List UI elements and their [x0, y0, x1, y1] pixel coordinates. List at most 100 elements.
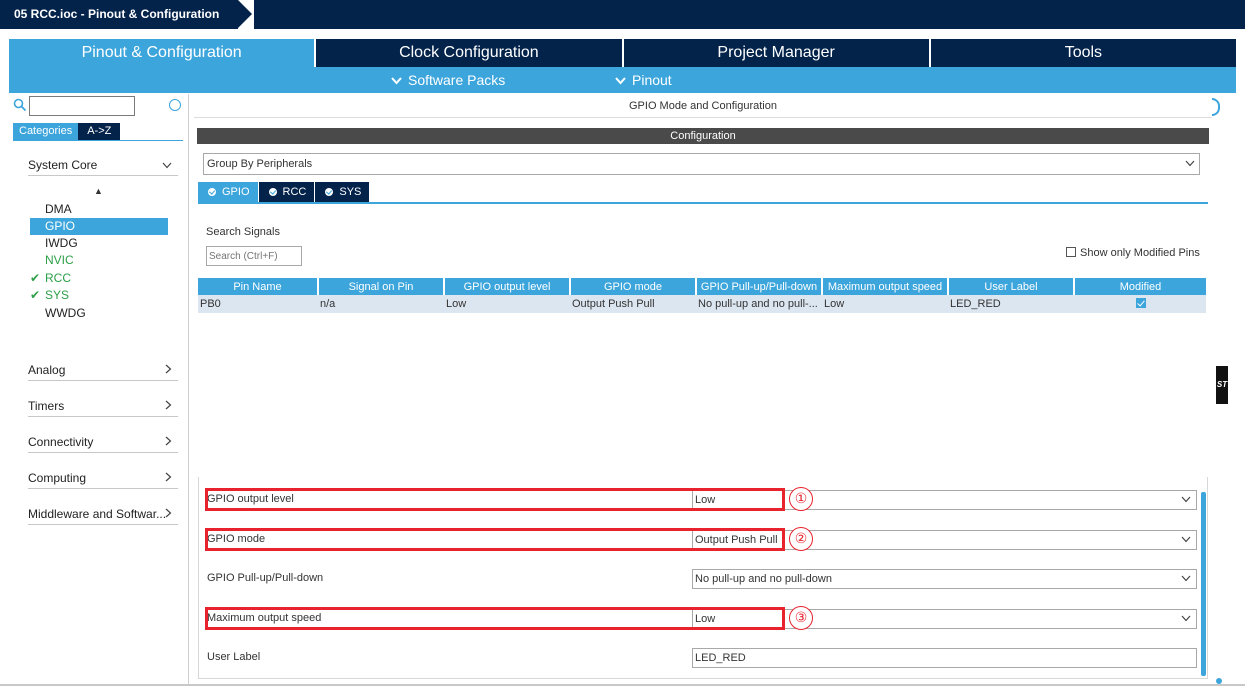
tab-rcc[interactable]: RCC	[258, 182, 315, 202]
search-options-icon[interactable]	[169, 99, 181, 111]
window-title[interactable]: 05 RCC.ioc - Pinout & Configuration	[0, 0, 238, 29]
column-header[interactable]: User Label	[948, 278, 1075, 295]
cell-signal: n/a	[318, 295, 444, 313]
column-header[interactable]: GPIO Pull-up/Pull-down	[696, 278, 823, 295]
main-tabs: Pinout & Configuration Clock Configurati…	[9, 39, 1236, 67]
software-packs-label: Software Packs	[408, 72, 506, 88]
group-by-value: Group By Peripherals	[207, 158, 313, 170]
annotation-marker: ①	[789, 487, 813, 511]
sidebar-item-label: RCC	[45, 271, 71, 285]
check-circle-icon	[268, 188, 277, 196]
peripheral-tabs: GPIO RCC SYS	[198, 182, 370, 202]
category-timers[interactable]: Timers	[28, 395, 178, 417]
chevron-right-icon	[165, 503, 172, 525]
category-label: Computing	[28, 471, 87, 485]
cell-modified	[1074, 295, 1206, 313]
select-value: No pull-up and no pull-down	[695, 573, 832, 585]
column-header[interactable]: Maximum output speed	[822, 278, 949, 295]
category-label: Analog	[28, 363, 66, 377]
cell-pull: No pull-up and no pull-...	[696, 295, 822, 313]
pin-table: Pin Name Signal on Pin GPIO output level…	[198, 278, 1206, 313]
column-header[interactable]: GPIO mode	[570, 278, 697, 295]
sort-up-icon[interactable]: ▲	[94, 186, 103, 196]
tab-gpio[interactable]: GPIO	[198, 182, 258, 202]
column-header[interactable]: Pin Name	[198, 278, 319, 295]
a-z-button[interactable]: A->Z	[78, 123, 121, 140]
check-icon: ✔	[30, 271, 41, 285]
cell-gpio-mode: Output Push Pull	[570, 295, 696, 313]
breadcrumb-arrow	[238, 0, 252, 28]
configuration-header: Configuration	[197, 128, 1209, 144]
config-scrollbar[interactable]	[1201, 492, 1206, 676]
category-analog[interactable]: Analog	[28, 359, 178, 381]
tab-project-manager[interactable]: Project Manager	[623, 39, 931, 67]
tab-underline	[198, 202, 1208, 204]
user-label-input[interactable]: LED_RED	[692, 648, 1197, 668]
sidebar-item-wwdg[interactable]: WWDG	[30, 305, 168, 322]
chevron-down-icon	[615, 68, 626, 94]
mode-configuration-panel: GPIO Mode and Configuration Configuratio…	[194, 94, 1212, 684]
tab-tools[interactable]: Tools	[930, 39, 1236, 67]
pinout-label: Pinout	[632, 72, 672, 88]
chevron-down-icon	[1185, 154, 1195, 174]
sidebar-item-sys[interactable]: ✔ SYS	[30, 287, 168, 304]
sidebar-item-dma[interactable]: DMA	[30, 201, 168, 218]
right-gutter: ST	[1212, 94, 1245, 689]
column-header[interactable]: Modified	[1074, 278, 1206, 295]
category-label: Timers	[28, 399, 65, 413]
pinout-menu[interactable]: Pinout	[615, 67, 672, 94]
cell-output-level: Low	[444, 295, 570, 313]
category-label: System Core	[28, 158, 98, 172]
tab-pinout-configuration[interactable]: Pinout & Configuration	[9, 39, 317, 67]
divider	[13, 140, 183, 141]
category-search-input[interactable]	[29, 96, 135, 116]
sidebar-item-rcc[interactable]: ✔ RCC	[30, 270, 168, 287]
group-by-select[interactable]: Group By Peripherals	[203, 153, 1200, 175]
title-bar: 05 RCC.ioc - Pinout & Configuration	[0, 0, 1245, 31]
table-row[interactable]: PB0 n/a Low Output Push Pull No pull-up …	[198, 295, 1206, 313]
category-computing[interactable]: Computing	[28, 467, 178, 489]
pin-config-area: GPIO output level Low ① GPIO mode Output…	[198, 477, 1208, 679]
tab-label: GPIO	[222, 186, 250, 198]
check-circle-icon	[325, 188, 334, 196]
chevron-down-icon	[1181, 570, 1191, 588]
search-signals-input[interactable]	[206, 246, 302, 266]
check-icon: ✔	[30, 288, 41, 302]
chevron-down-icon	[162, 154, 172, 176]
pull-label: GPIO Pull-up/Pull-down	[207, 572, 324, 584]
chevron-down-icon	[1181, 610, 1191, 628]
tab-clock-configuration[interactable]: Clock Configuration	[316, 39, 624, 67]
chevron-right-icon	[165, 359, 172, 381]
input-value: LED_RED	[695, 652, 746, 664]
chevron-down-icon	[1181, 531, 1191, 549]
pull-select[interactable]: No pull-up and no pull-down	[692, 569, 1197, 589]
column-header[interactable]: Signal on Pin	[318, 278, 445, 295]
sidebar-item-iwdg[interactable]: IWDG	[30, 235, 168, 252]
sidebar-item-gpio[interactable]: GPIO	[30, 218, 168, 235]
user-label-label: User Label	[207, 651, 261, 663]
panel-title: GPIO Mode and Configuration	[194, 94, 1212, 118]
cell-user-label: LED_RED	[948, 295, 1074, 313]
annotation-box	[205, 607, 785, 630]
sidebar-item-label: SYS	[45, 288, 70, 302]
annotation-box	[205, 528, 785, 551]
category-label: Connectivity	[28, 435, 94, 449]
column-header[interactable]: GPIO output level	[444, 278, 571, 295]
category-connectivity[interactable]: Connectivity	[28, 431, 178, 453]
check-circle-icon	[208, 188, 216, 196]
tab-label: SYS	[339, 186, 362, 198]
tab-sys[interactable]: SYS	[315, 182, 370, 202]
show-modified-checkbox[interactable]: Show only Modified Pins	[1066, 247, 1200, 259]
categories-button[interactable]: Categories	[13, 123, 79, 140]
collapse-handle-icon[interactable]	[1212, 98, 1220, 116]
checked-checkbox-icon[interactable]	[1136, 298, 1146, 308]
chevron-down-icon	[1181, 491, 1191, 509]
category-sort-buttons: Categories A->Z	[13, 123, 121, 140]
annotation-box	[205, 488, 785, 511]
category-system-core[interactable]: System Core	[28, 154, 178, 176]
categories-panel: Categories A->Z System Core ▲ DMA GPIO I…	[9, 94, 189, 684]
category-middleware[interactable]: Middleware and Softwar...	[28, 503, 178, 525]
software-packs-menu[interactable]: Software Packs	[391, 67, 505, 94]
sidebar-item-nvic[interactable]: NVIC	[30, 252, 168, 269]
annotation-marker: ②	[789, 527, 813, 551]
